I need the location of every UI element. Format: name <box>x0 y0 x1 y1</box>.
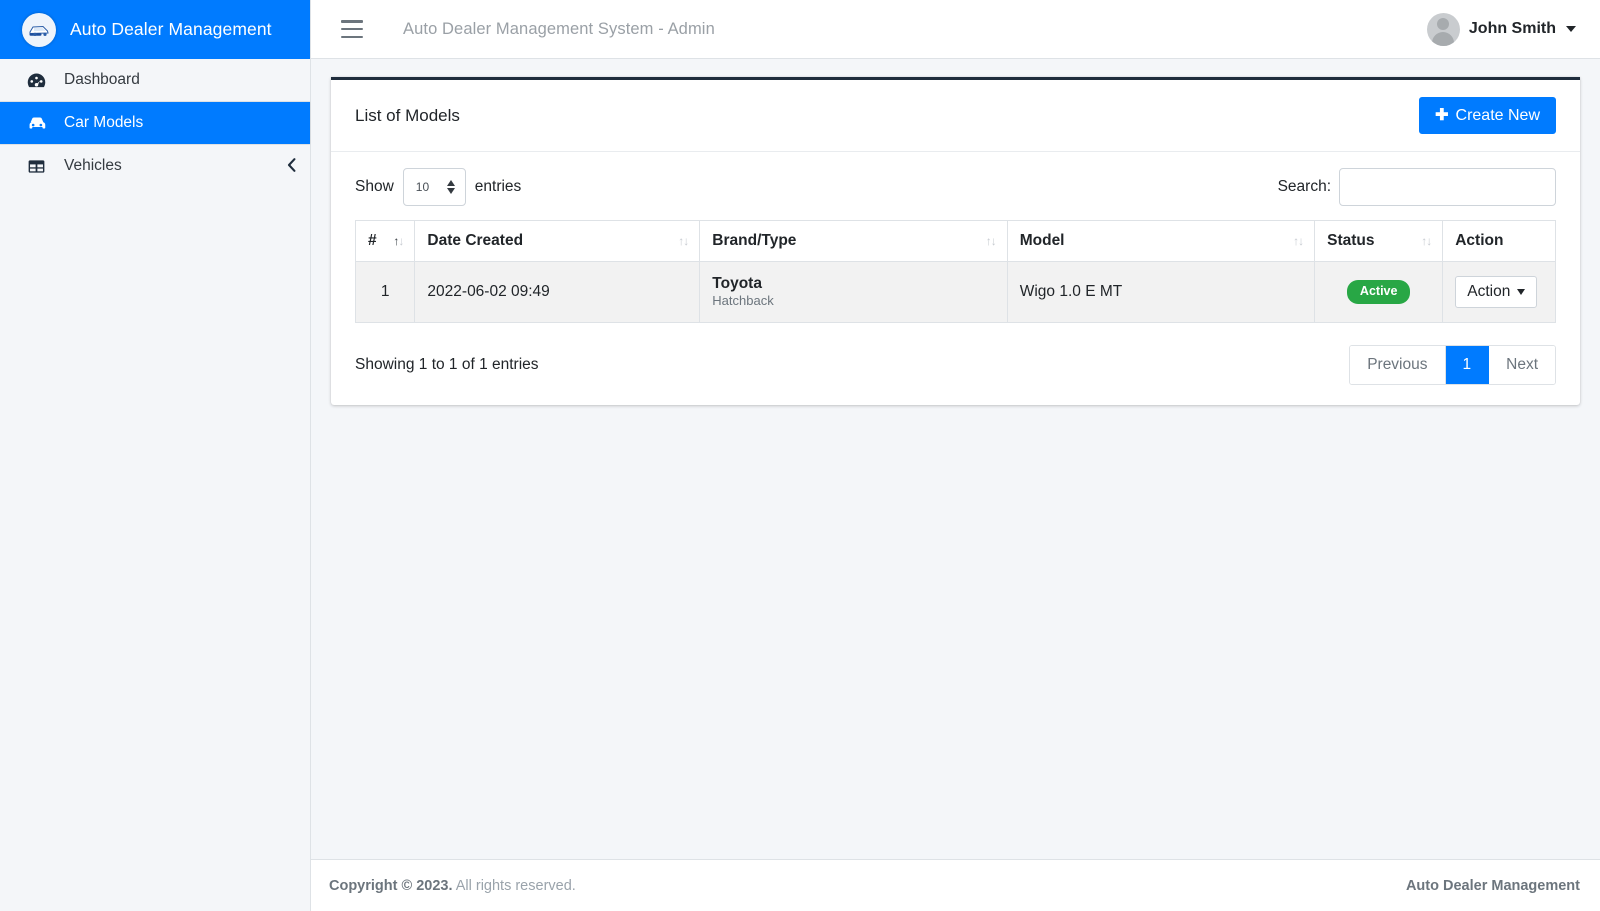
card-header: List of Models ✚ Create New <box>331 80 1580 152</box>
sidebar: Auto Dealer Management Dashboard Car Mod… <box>0 0 311 911</box>
car-icon <box>26 112 52 134</box>
user-menu[interactable]: John Smith <box>1426 12 1576 46</box>
cell-brand: Toyota <box>712 275 762 292</box>
column-label: Model <box>1019 232 1065 249</box>
search-input[interactable] <box>1339 168 1556 206</box>
models-table: # ↑↓ Date Created ↑↓ Brand/Type ↑↓ Model… <box>354 220 1556 324</box>
cell-model: Wigo 1.0 E MT <box>1006 260 1316 324</box>
sidebar-item-car-models[interactable]: Car Models <box>0 102 310 144</box>
sidebar-item-dashboard[interactable]: Dashboard <box>0 59 310 101</box>
cell-num: 1 <box>354 260 416 324</box>
page-title: Auto Dealer Management System - Admin <box>403 19 715 38</box>
datatable-controls: Show 10 25 50 100 entries <box>355 168 1556 206</box>
create-new-button[interactable]: ✚ Create New <box>1419 96 1556 135</box>
page-length-select[interactable]: 10 25 50 100 <box>402 168 466 206</box>
cell-brand-type: Toyota Hatchback <box>699 260 1008 324</box>
search-label: Search: <box>1277 178 1331 195</box>
main-content: List of Models ✚ Create New Show 10 entr… <box>311 59 1600 859</box>
show-label: Show <box>355 178 394 195</box>
app-root: Auto Dealer Management Dashboard Car Mod… <box>0 0 1600 911</box>
sidebar-item-vehicles[interactable]: Vehicles <box>0 145 310 187</box>
column-header-status[interactable]: Status ↑↓ <box>1314 220 1444 262</box>
sidebar-item-label: Car Models <box>64 114 144 131</box>
sidebar-brand-title: Auto Dealer Management <box>70 19 272 39</box>
pagination: Previous 1 Next <box>1349 345 1556 386</box>
pagination-page-1[interactable]: 1 <box>1445 346 1490 385</box>
column-label: Date Created <box>427 232 524 249</box>
datatable-info: Showing 1 to 1 of 1 entries <box>355 356 539 374</box>
footer-copyright: Copyright © 2023. All rights reserved. <box>329 878 576 894</box>
table-body: 1 2022-06-02 09:49 Toyota Hatchback Wigo… <box>354 260 1556 324</box>
sort-icon: ↑↓ <box>678 234 689 248</box>
table-row[interactable]: 1 2022-06-02 09:49 Toyota Hatchback Wigo… <box>354 260 1556 324</box>
column-header-brand-type[interactable]: Brand/Type ↑↓ <box>699 220 1008 262</box>
card-title: List of Models <box>355 105 460 125</box>
sort-icon: ↑↓ <box>1293 234 1304 248</box>
column-label: Action <box>1455 232 1504 249</box>
column-label: Brand/Type <box>712 232 797 249</box>
row-action-dropdown-button[interactable]: Action <box>1455 275 1538 309</box>
table-head: # ↑↓ Date Created ↑↓ Brand/Type ↑↓ Model… <box>354 220 1556 262</box>
sort-asc-icon: ↑↓ <box>393 234 404 248</box>
top-navbar: Auto Dealer Management System - Admin Jo… <box>311 0 1600 59</box>
page-footer: Copyright © 2023. All rights reserved. A… <box>311 859 1600 911</box>
sidebar-item-label: Vehicles <box>64 157 122 174</box>
table-grid-icon <box>26 156 52 177</box>
chevron-left-icon[interactable] <box>287 158 296 174</box>
car-logo-icon <box>22 12 56 47</box>
column-header-action: Action <box>1442 220 1556 262</box>
models-card: List of Models ✚ Create New Show 10 entr… <box>331 77 1580 406</box>
search-control: Search: <box>1278 168 1556 206</box>
cell-date-created: 2022-06-02 09:49 <box>414 260 701 324</box>
row-action-label: Action <box>1467 282 1511 300</box>
sort-icon: ↑↓ <box>1421 234 1432 248</box>
column-header-num[interactable]: # ↑↓ <box>354 220 416 262</box>
hamburger-icon[interactable] <box>341 20 363 38</box>
user-name: John Smith <box>1468 20 1556 37</box>
table-header-row: # ↑↓ Date Created ↑↓ Brand/Type ↑↓ Model… <box>354 220 1556 262</box>
footer-brand: Auto Dealer Management <box>1405 877 1580 894</box>
caret-down-icon <box>1566 26 1576 32</box>
tachometer-icon <box>26 70 52 91</box>
footer-copyright-bold: Copyright © 2023. <box>329 877 453 894</box>
page-length-select-wrap: 10 25 50 100 <box>402 168 466 206</box>
card-body: Show 10 25 50 100 entries <box>331 152 1580 405</box>
sidebar-nav: Dashboard Car Models Vehicles <box>0 59 310 187</box>
datatable-footer: Showing 1 to 1 of 1 entries Previous 1 N… <box>355 345 1556 386</box>
pagination-next[interactable]: Next <box>1489 346 1555 385</box>
plus-icon: ✚ <box>1435 106 1449 124</box>
cell-action: Action <box>1442 260 1556 324</box>
column-label: # <box>368 232 377 249</box>
column-label: Status <box>1327 232 1375 249</box>
page-length-control: Show 10 25 50 100 entries <box>355 168 521 206</box>
column-header-date-created[interactable]: Date Created ↑↓ <box>414 220 701 262</box>
sort-icon: ↑↓ <box>985 234 997 248</box>
pagination-previous[interactable]: Previous <box>1350 346 1446 385</box>
sidebar-item-label: Dashboard <box>64 71 140 88</box>
create-new-label: Create New <box>1455 106 1540 124</box>
column-header-model[interactable]: Model ↑↓ <box>1006 220 1316 262</box>
user-avatar-icon <box>1426 12 1460 46</box>
entries-label: entries <box>474 178 522 195</box>
status-badge: Active <box>1346 280 1411 304</box>
caret-down-icon <box>1517 289 1526 296</box>
content-wrapper: Auto Dealer Management System - Admin Jo… <box>311 0 1600 911</box>
cell-type: Hatchback <box>712 293 774 309</box>
sidebar-brand[interactable]: Auto Dealer Management <box>0 0 310 59</box>
footer-copyright-rest: All rights reserved. <box>452 877 576 894</box>
cell-status: Active <box>1314 260 1444 324</box>
